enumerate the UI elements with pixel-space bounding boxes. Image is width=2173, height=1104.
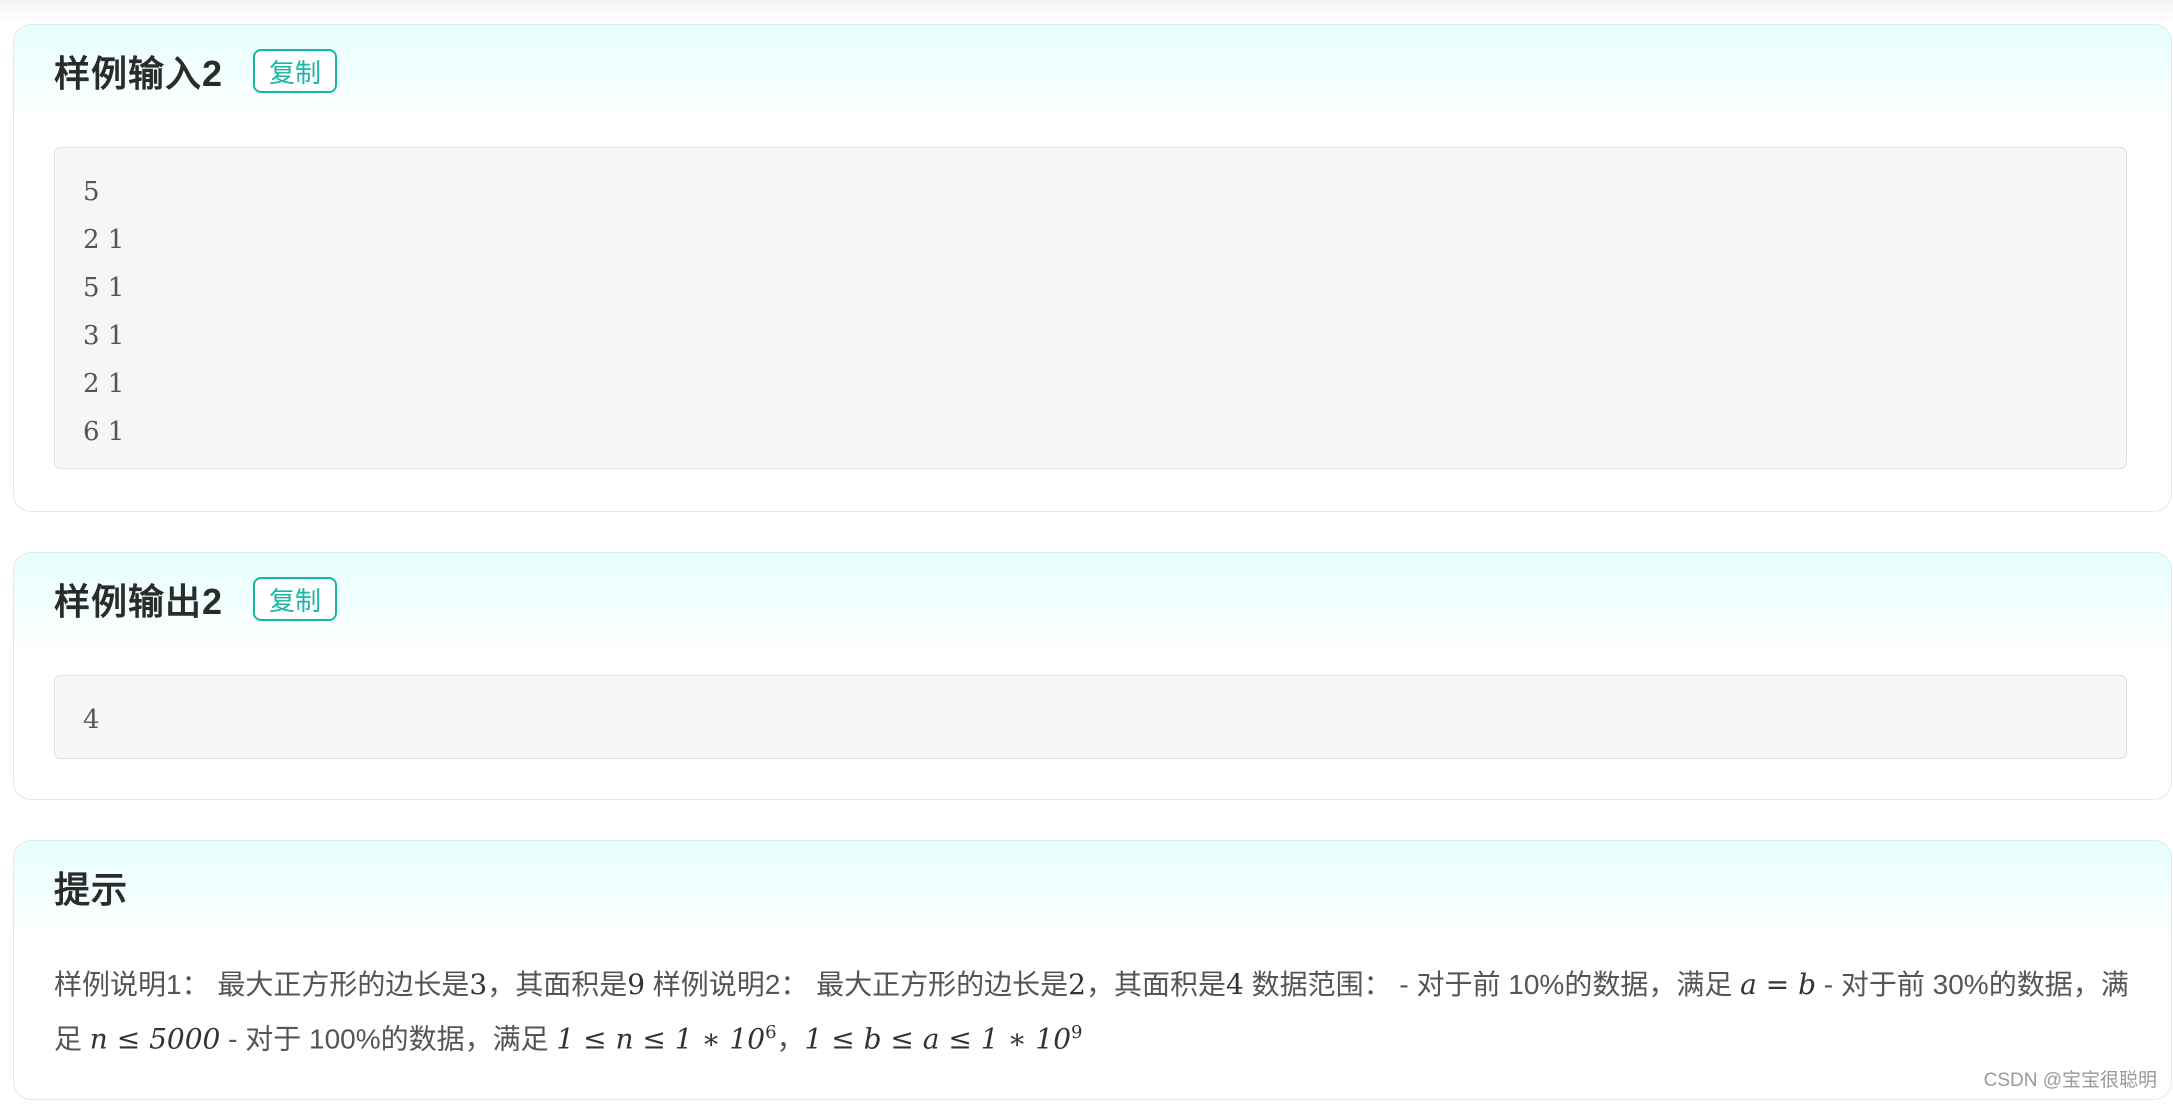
code-line: 2 1 (83, 369, 125, 399)
hint-segment: 样例说明1： 最大正方形的边长是 (54, 969, 470, 1000)
hint-math: 1 ≤ n ≤ 1 ∗ 10 (556, 1022, 766, 1056)
copy-input-button[interactable]: 复制 (253, 49, 338, 93)
problem-page: 样例输入2 复制 5 2 1 5 1 3 1 2 1 6 1 样例输出2 复制 … (0, 0, 2173, 1104)
hint-math: a = b (1740, 968, 1816, 1001)
sample-input-header: 样例输入2 复制 (14, 25, 2171, 125)
hint-exponent: 6 (765, 1022, 777, 1043)
hint-title: 提示 (54, 869, 129, 910)
hint-card: 提示 样例说明1： 最大正方形的边长是3，其面积是9 样例说明2： 最大正方形的… (13, 840, 2172, 1100)
sample-input-code[interactable]: 5 2 1 5 1 3 1 2 1 6 1 (54, 147, 2127, 469)
sample-output-title: 样例输出2 (54, 581, 224, 622)
hint-number: 2 (1068, 968, 1086, 1001)
hint-segment: - 对于 100%的数据，满足 (220, 1023, 557, 1055)
code-line: 2 1 (83, 225, 125, 255)
hint-number: 9 (627, 968, 646, 1001)
code-line: 5 1 (83, 273, 125, 303)
sample-output-code[interactable]: 4 (54, 675, 2127, 759)
hint-segment: ，其面积是 (1086, 969, 1227, 1000)
hint-header: 提示 (14, 841, 2171, 941)
code-line: 6 1 (83, 417, 125, 447)
copy-output-button[interactable]: 复制 (253, 577, 338, 621)
hint-segment: 样例说明2： 最大正方形的边长是 (645, 969, 1069, 1000)
sample-output-header: 样例输出2 复制 (14, 553, 2171, 653)
top-fade (0, 0, 2173, 22)
hint-number: 3 (469, 968, 488, 1001)
hint-segment: ，其面积是 (487, 969, 628, 1000)
sample-output-card: 样例输出2 复制 4 (13, 552, 2172, 800)
sample-input-title: 样例输入2 (54, 53, 224, 94)
sample-input-card: 样例输入2 复制 5 2 1 5 1 3 1 2 1 6 1 (13, 24, 2172, 512)
code-line: 3 1 (83, 321, 125, 351)
hint-segment: 数据范围： - 对于前 10%的数据，满足 (1243, 969, 1741, 1000)
hint-math: n ≤ 5000 (89, 1022, 221, 1056)
watermark: CSDN @宝宝很聪明 (1983, 1070, 2157, 1091)
hint-number: 4 (1226, 968, 1244, 1001)
code-line: 4 (83, 705, 100, 735)
code-line: 5 (83, 177, 100, 207)
hint-math: 1 ≤ b ≤ a ≤ 1 ∗ 10 (804, 1022, 1072, 1056)
hint-segment: ， (776, 1023, 805, 1055)
hint-text: 样例说明1： 最大正方形的边长是3，其面积是9 样例说明2： 最大正方形的边长是… (54, 961, 2134, 1063)
hint-exponent: 9 (1071, 1022, 1083, 1043)
